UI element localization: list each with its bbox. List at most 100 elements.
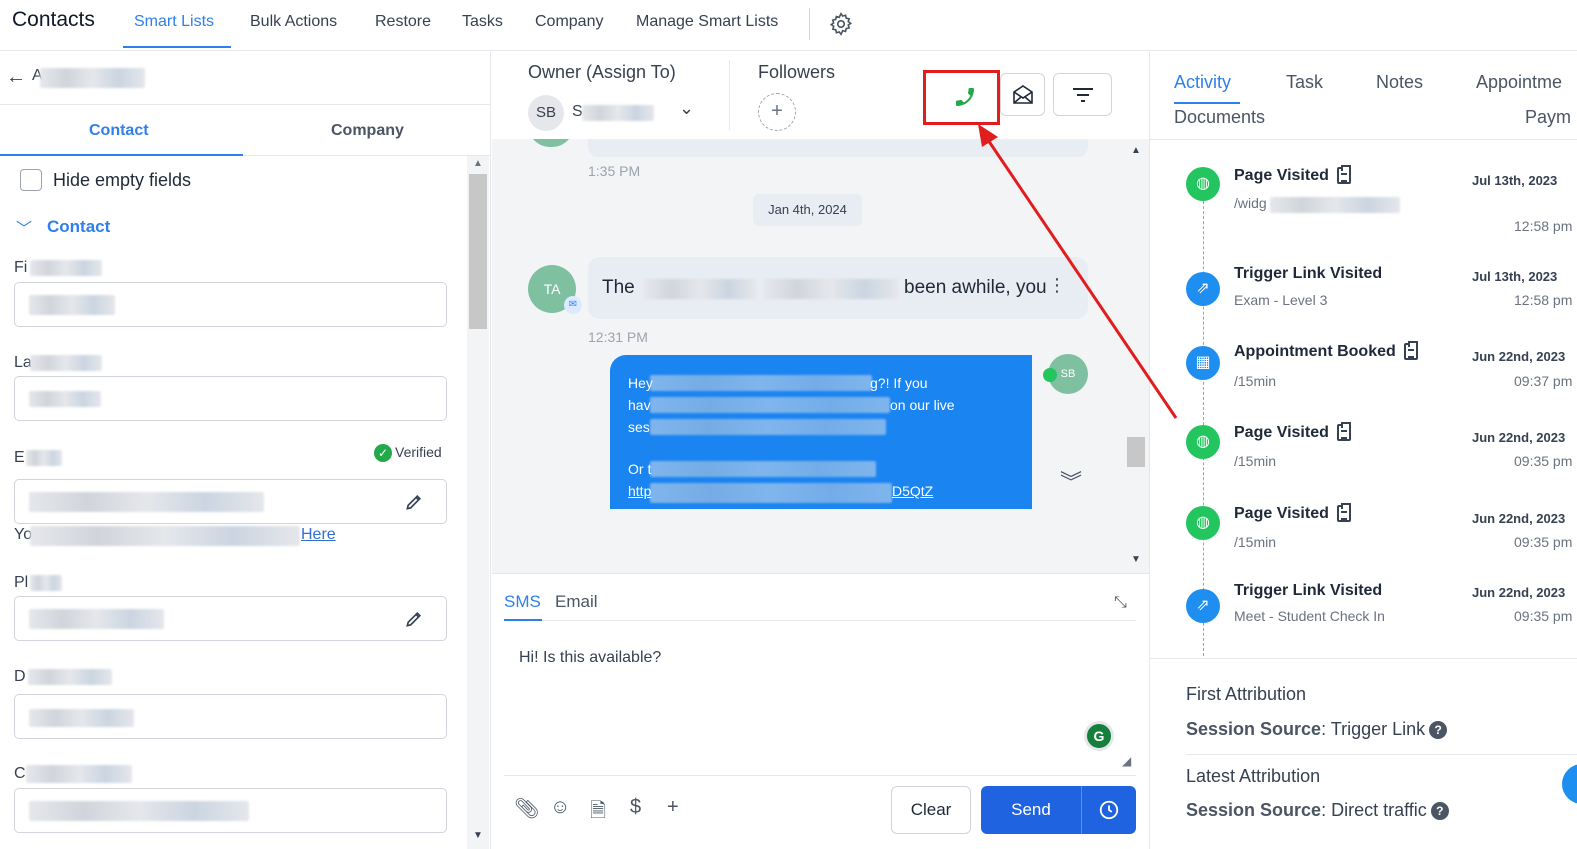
clipboard-icon[interactable] (1336, 422, 1351, 442)
call-button[interactable] (923, 70, 1000, 125)
date-field[interactable] (14, 694, 447, 739)
scroll-up-icon[interactable]: ▲ (1131, 145, 1141, 156)
email-button[interactable] (1000, 73, 1045, 116)
activity-sub: /15min (1234, 373, 1277, 389)
nav-company[interactable]: Company (535, 13, 603, 31)
edit-pencil-icon[interactable] (404, 492, 424, 512)
gear-icon[interactable] (828, 11, 854, 37)
message-line: ses (628, 419, 650, 435)
owner-label: Owner (Assign To) (528, 62, 676, 82)
clear-button[interactable]: Clear (891, 786, 971, 834)
scroll-down-icon[interactable]: ▼ (1131, 554, 1141, 565)
redacted-text (650, 483, 892, 503)
attribution-divider (1186, 754, 1577, 755)
activity-sub: /15min (1234, 534, 1277, 550)
tab-notes[interactable]: Notes (1376, 72, 1423, 93)
activity-title[interactable]: Page Visited (1234, 422, 1351, 442)
tab-email[interactable]: Email (555, 592, 598, 612)
scroll-down-icon[interactable]: ▼ (473, 830, 483, 841)
schedule-send-button[interactable] (1081, 786, 1136, 834)
add-follower-button[interactable]: + (758, 93, 796, 131)
chat-scrollbar[interactable]: ▲ ▼ (1125, 139, 1147, 573)
clipboard-icon[interactable] (1336, 165, 1351, 185)
activity-title[interactable]: Appointment Booked (1234, 341, 1418, 361)
resize-handle-icon[interactable]: ◢ (1122, 754, 1131, 768)
nav-restore[interactable]: Restore (375, 13, 431, 31)
followers-label: Followers (758, 62, 836, 82)
left-scrollbar[interactable]: ▲ ▼ (467, 156, 489, 849)
redacted-value (29, 609, 164, 629)
tabs-divider (1150, 139, 1577, 140)
back-arrow-icon[interactable]: ← (6, 66, 26, 89)
plus-icon[interactable]: + (667, 796, 679, 819)
contact-section-title[interactable]: Contact (47, 217, 110, 237)
email-field[interactable] (14, 479, 447, 524)
tab-task[interactable]: Task (1286, 72, 1323, 93)
verified-badge: ✓ Verified (374, 444, 442, 463)
more-options-icon[interactable]: ⋮ (1048, 275, 1066, 296)
outgoing-message[interactable]: Hey g?! If you hav on our live ses Or t … (610, 355, 1032, 509)
redacted-value (29, 709, 134, 727)
c-field[interactable] (14, 788, 447, 833)
message-input[interactable]: Hi! Is this available? (519, 649, 661, 667)
tab-sms[interactable]: SMS (504, 592, 541, 612)
message-time: 1:35 PM (588, 163, 641, 179)
nav-tasks[interactable]: Tasks (462, 13, 503, 31)
double-chevron-down-icon[interactable]: ︾ (1060, 465, 1082, 497)
attachment-icon[interactable]: 📎︎ (514, 796, 539, 821)
incoming-message[interactable]: The been awhile, you ⋮ (588, 257, 1088, 319)
chevron-down-icon[interactable]: ﹀ (16, 215, 32, 239)
tab-payments[interactable]: Paym (1525, 107, 1571, 128)
clock-icon (1099, 800, 1119, 820)
activity-sub: /15min (1234, 453, 1277, 469)
clipboard-icon[interactable] (1336, 503, 1351, 523)
scroll-up-icon[interactable]: ▲ (473, 158, 483, 169)
tab-activity[interactable]: Activity (1174, 72, 1231, 93)
hide-empty-fields-checkbox[interactable] (20, 169, 42, 191)
redacted-text (1270, 197, 1400, 213)
edit-pencil-icon[interactable] (404, 609, 424, 629)
clipboard-icon[interactable] (1403, 341, 1418, 361)
scroll-thumb[interactable] (469, 174, 487, 329)
redacted-label (30, 575, 62, 591)
grammarly-icon[interactable]: G (1084, 721, 1114, 751)
redacted-text (650, 397, 890, 413)
envelope-icon (1013, 85, 1033, 104)
email-badge-icon: ✉ (564, 296, 582, 314)
nav-smart-lists[interactable]: Smart Lists (134, 13, 214, 31)
message-link[interactable]: http (628, 483, 651, 499)
document-icon[interactable]: 🗎 (590, 796, 606, 830)
tab-contact[interactable]: Contact (89, 122, 149, 140)
last-name-field[interactable] (14, 376, 447, 421)
check-icon: ✓ (374, 444, 392, 463)
message-line: on our live (890, 397, 955, 413)
first-name-field[interactable] (14, 282, 447, 327)
help-icon[interactable]: ? (1429, 721, 1448, 740)
message-link[interactable]: D5QtZ (892, 483, 933, 499)
scroll-thumb[interactable] (1127, 437, 1145, 467)
activity-title[interactable]: Trigger Link Visited (1234, 265, 1382, 283)
contact-tabs: Contact Company (0, 106, 490, 156)
nav-bulk-actions[interactable]: Bulk Actions (250, 13, 337, 31)
tab-documents[interactable]: Documents (1174, 107, 1265, 128)
phone-field[interactable] (14, 596, 447, 641)
collapse-icon[interactable]: ⤡ (1114, 594, 1127, 612)
activity-title[interactable]: Trigger Link Visited (1234, 582, 1382, 600)
redacted-text (650, 461, 876, 477)
message-line: g?! If you (870, 375, 928, 391)
owner-avatar: SB (528, 95, 564, 131)
dollar-icon[interactable]: $ (630, 796, 641, 819)
activity-date: Jun 22nd, 2023 (1472, 585, 1566, 600)
activity-title[interactable]: Page Visited (1234, 165, 1351, 185)
activity-title[interactable]: Page Visited (1234, 503, 1351, 523)
emoji-icon[interactable]: ☺ (550, 796, 570, 819)
nav-manage-smart-lists[interactable]: Manage Smart Lists (636, 13, 778, 31)
help-icon[interactable]: ? (1430, 802, 1449, 821)
filter-button[interactable] (1053, 73, 1112, 116)
tab-company[interactable]: Company (331, 122, 404, 140)
here-link[interactable]: Here (301, 526, 336, 544)
send-button[interactable]: Send (981, 786, 1081, 834)
chat-widget-button[interactable] (1562, 764, 1577, 804)
tab-appointments[interactable]: Appointme (1476, 72, 1562, 93)
chevron-down-icon[interactable]: ⌄ (679, 98, 694, 119)
